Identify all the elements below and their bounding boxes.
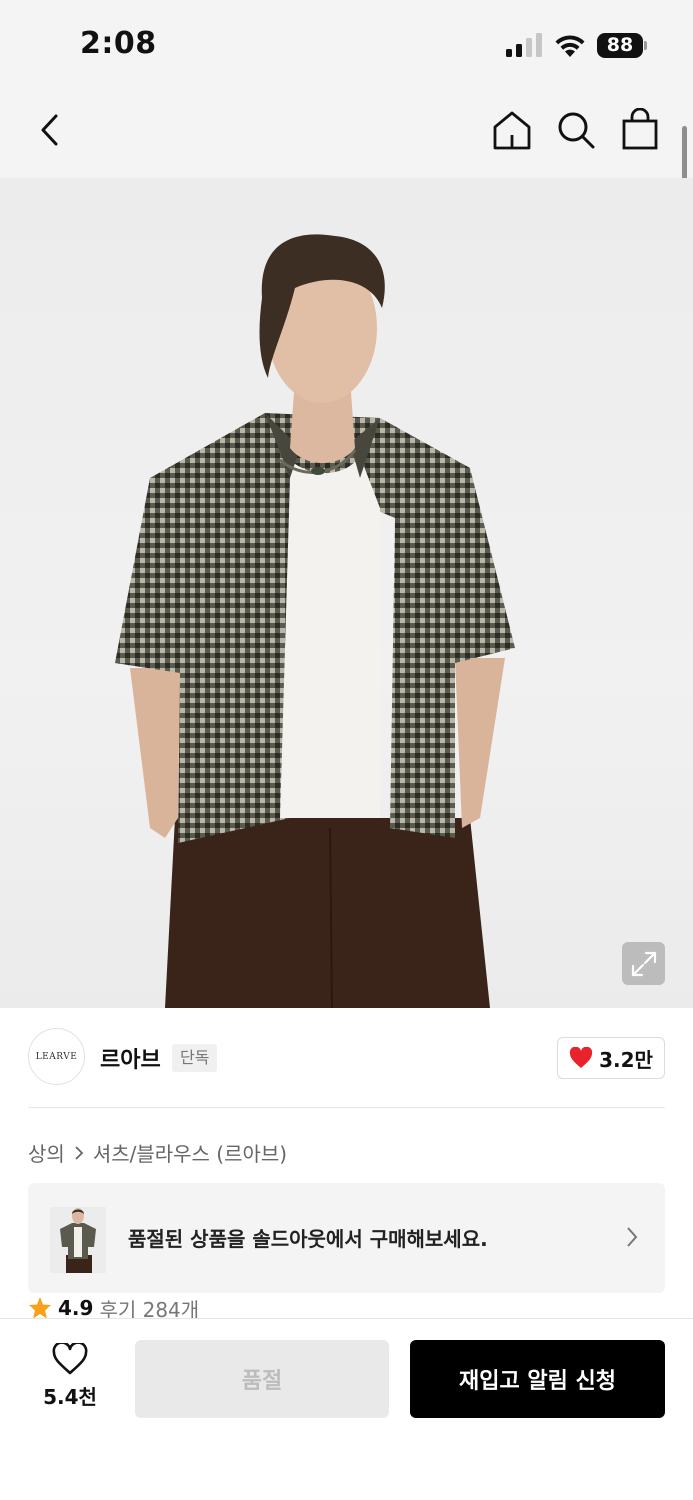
status-bar: 2:08 88 <box>0 0 693 88</box>
breadcrumb-item-top[interactable]: 상의 <box>28 1138 65 1167</box>
soldout-banner[interactable]: 품절된 상품을 솔드아웃에서 구매해보세요. <box>28 1183 665 1293</box>
top-nav-bar <box>0 88 693 178</box>
expand-icon <box>631 951 656 976</box>
product-thumbnail-image <box>60 1208 96 1273</box>
bottom-action-bar: 5.4천 품절 재입고 알림 신청 <box>0 1318 693 1500</box>
wishlist-count: 5.4천 <box>43 1385 97 1409</box>
soldout-thumbnail <box>50 1207 106 1273</box>
battery-icon: 88 <box>597 33 647 58</box>
status-time: 2:08 <box>80 26 157 61</box>
shopping-bag-icon[interactable] <box>621 108 659 150</box>
product-photo-illustration <box>115 234 515 1008</box>
brand-logo[interactable]: LEARVE <box>28 1028 85 1085</box>
search-icon[interactable] <box>556 110 596 150</box>
battery-level: 88 <box>597 33 643 58</box>
breadcrumb: 상의 셔츠/블라우스 (르아브) <box>28 1138 287 1167</box>
soldout-banner-text: 품절된 상품을 솔드아웃에서 구매해보세요. <box>128 1227 488 1251</box>
heart-outline-icon <box>52 1341 88 1375</box>
back-icon[interactable] <box>38 112 62 148</box>
signal-icon <box>506 33 542 57</box>
brand-name[interactable]: 르아브 <box>100 1042 161 1074</box>
expand-image-button[interactable] <box>622 942 665 985</box>
chevron-right-icon <box>627 1227 638 1247</box>
wishlist-button[interactable]: 5.4천 <box>30 1341 110 1413</box>
rating-row[interactable]: 4.9 후기 284개 <box>28 1296 199 1322</box>
soldout-button: 품절 <box>135 1340 389 1418</box>
rating-score: 4.9 <box>58 1296 94 1320</box>
brand-row: LEARVE 르아브 단독 3.2만 <box>28 1028 665 1086</box>
breadcrumb-item-category[interactable]: 셔츠/블라우스 (르아브) <box>93 1138 287 1167</box>
brand-like-button[interactable]: 3.2만 <box>557 1037 665 1079</box>
chevron-right-icon <box>75 1145 84 1160</box>
exclusive-badge: 단독 <box>172 1044 218 1072</box>
divider <box>28 1107 665 1108</box>
star-icon <box>29 1297 51 1319</box>
battery-cap <box>644 41 647 50</box>
brand-like-count: 3.2만 <box>599 1047 653 1072</box>
heart-filled-icon <box>569 1047 593 1068</box>
product-image[interactable] <box>0 178 693 1008</box>
wifi-icon <box>555 35 585 57</box>
restock-alert-button[interactable]: 재입고 알림 신청 <box>410 1340 665 1418</box>
home-icon[interactable] <box>492 110 532 150</box>
